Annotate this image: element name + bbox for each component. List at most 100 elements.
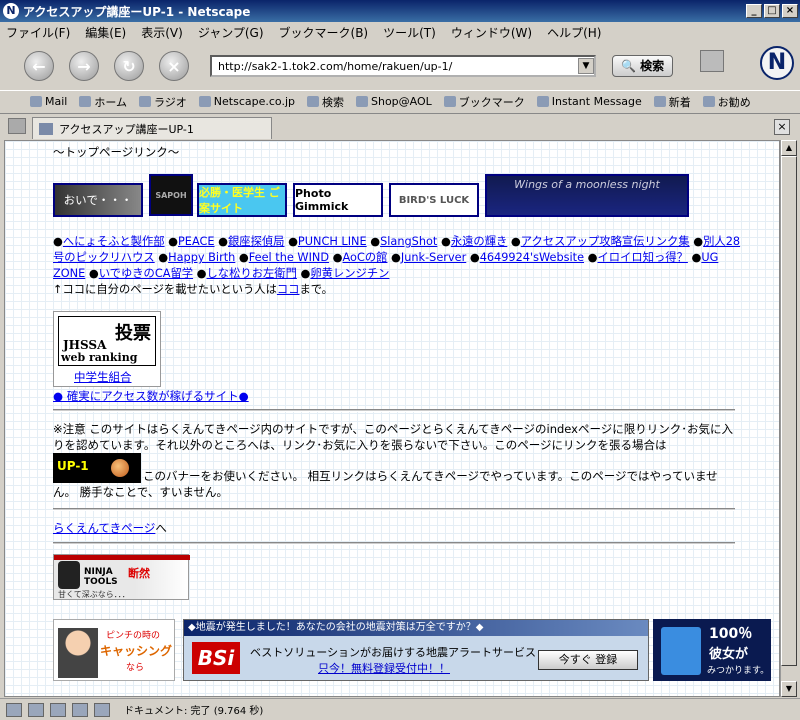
home-icon xyxy=(79,96,92,107)
link-item[interactable]: しな松りお左衛門 xyxy=(207,267,297,280)
banner-sapoh[interactable]: SAPOH xyxy=(149,174,193,216)
menu-window[interactable]: ウィンドウ(W) xyxy=(451,24,532,41)
bookmark-bookmarks[interactable]: ブックマーク xyxy=(443,94,525,110)
bookmark-new[interactable]: 新着 xyxy=(653,94,691,110)
stop-button[interactable]: × xyxy=(159,51,189,81)
vote-banner[interactable]: 投票 JHSSA web ranking 中学生組合 xyxy=(53,311,161,387)
mail-icon xyxy=(30,96,42,107)
menu-tools[interactable]: ツール(T) xyxy=(383,24,436,41)
ad-register-button[interactable]: 今すぐ 登録 xyxy=(538,650,638,670)
tab-close-icon[interactable]: × xyxy=(774,119,790,135)
ninja-sub: 断然 xyxy=(128,567,150,580)
scroll-up-icon[interactable]: ▲ xyxy=(781,140,797,156)
link-item[interactable]: SlangShot xyxy=(380,235,437,248)
link-item[interactable]: AoCの館 xyxy=(343,251,388,264)
bookmark-shop[interactable]: Shop@AOL xyxy=(356,95,432,108)
url-field[interactable]: http://sak2-1.tok2.com/home/rakuen/up-1/… xyxy=(210,55,596,77)
menu-view[interactable]: 表示(V) xyxy=(141,24,183,41)
access-link[interactable]: ● 確実にアクセス数が稼げるサイト● xyxy=(53,388,249,404)
navigation-toolbar: ← → ↻ × http://sak2-1.tok2.com/home/raku… xyxy=(0,42,800,90)
menu-help[interactable]: ヘルプ(H) xyxy=(547,24,601,41)
ad-right-1: 100％ xyxy=(709,626,753,642)
banner-birds-luck[interactable]: BIRD'S LUCK xyxy=(389,183,479,217)
link-item[interactable]: いでゆきのCA留学 xyxy=(99,267,193,280)
vote-link[interactable]: 中学生組合 xyxy=(74,369,132,385)
bookmark-radio[interactable]: ラジオ xyxy=(139,94,187,110)
back-link[interactable]: らくえんてきページ xyxy=(53,521,155,535)
vote-line2: web ranking xyxy=(61,351,138,364)
link-item[interactable]: へにょそふと製作部 xyxy=(63,235,165,248)
ad-earthquake[interactable]: ◆地震が発生しました！あなたの会社の地震対策は万全ですか？◆ BSi ベストソリ… xyxy=(183,619,649,681)
tab-list-icon[interactable] xyxy=(8,118,26,134)
bookmark-netscape[interactable]: Netscape.co.jp xyxy=(198,95,295,108)
link-item[interactable]: 4649924'sWebsite xyxy=(480,251,584,264)
ninja-tools-banner[interactable]: NINJA TOOLS 断然 甘くて深ぶなら．．． xyxy=(53,554,190,600)
minimize-button[interactable]: _ xyxy=(746,4,762,18)
ad-cashing[interactable]: ピンチの時の キャッシング なら xyxy=(53,619,175,681)
menu-edit[interactable]: 編集(E) xyxy=(85,24,126,41)
banner-photo-gimmick[interactable]: Photo Gimmick xyxy=(293,183,383,217)
ninja-icon xyxy=(58,561,80,589)
radio-icon xyxy=(139,96,152,107)
close-button[interactable]: × xyxy=(782,4,798,18)
ad-right-2: 彼女が xyxy=(709,647,749,662)
link-item[interactable]: アクセスアップ攻略宣伝リンク集 xyxy=(521,235,690,248)
search-button[interactable]: 🔍 検索 xyxy=(612,55,674,77)
bookmark-home[interactable]: ホーム xyxy=(79,94,127,110)
vertical-scrollbar[interactable]: ▲ ▼ xyxy=(780,140,797,697)
scroll-down-icon[interactable]: ▼ xyxy=(781,681,797,697)
menu-go[interactable]: ジャンプ(G) xyxy=(198,24,264,41)
link-item[interactable]: イロイロ知っ得？ xyxy=(597,251,687,264)
ad-left-3: なら xyxy=(126,663,145,673)
reload-button[interactable]: ↻ xyxy=(114,51,144,81)
bookmark-search[interactable]: 検索 xyxy=(307,94,344,110)
divider xyxy=(53,409,735,412)
back-button[interactable]: ← xyxy=(24,51,54,81)
window-title: アクセスアップ講座ーUP-1 - Netscape xyxy=(23,4,251,19)
person-photo xyxy=(58,628,98,678)
link-item[interactable]: PUNCH LINE xyxy=(298,235,367,248)
ad-main: ベストソリューションがお届けする地震アラートサービス xyxy=(250,646,536,659)
ad-link[interactable]: 只今！無料登録受付中！！ xyxy=(318,660,450,676)
shop-icon xyxy=(356,96,368,107)
note-link[interactable]: ココ xyxy=(277,283,300,296)
bookmark-mail[interactable]: Mail xyxy=(30,95,67,108)
composer-icon[interactable] xyxy=(28,702,44,717)
tab-current[interactable]: アクセスアップ講座ーUP-1 xyxy=(32,117,272,139)
link-item[interactable]: Junk-Server xyxy=(401,251,466,264)
banner-igakusei[interactable]: 必勝・医学生 ご案サイト xyxy=(197,183,287,217)
menu-file[interactable]: ファイル(F) xyxy=(6,24,70,41)
link-list: ●へにょそふと製作部 ●PEACE ●銀座探偵局 ●PUNCH LINE ●Sl… xyxy=(53,235,741,296)
netscape-app-icon: N xyxy=(3,3,19,19)
folder-icon xyxy=(443,96,456,107)
address-book-icon[interactable] xyxy=(72,702,88,717)
ad-partner[interactable]: 100％ 彼女が みつかります。 xyxy=(653,619,771,681)
tab-bar: アクセスアップ講座ーUP-1 × xyxy=(0,113,800,140)
forward-button[interactable]: → xyxy=(69,51,99,81)
menu-bookmarks[interactable]: ブックマーク(B) xyxy=(279,24,369,41)
note-prefix: ↑ココに自分のページを載せたいという人は xyxy=(53,283,277,296)
bookmark-recommend[interactable]: お勧め xyxy=(702,94,751,110)
aim-icon[interactable] xyxy=(50,702,66,717)
page-content: 〜トップページリンク〜 おいで・・・ SAPOH 必勝・医学生 ご案サイト Ph… xyxy=(4,140,780,697)
link-item[interactable]: 卵黄レンジチン xyxy=(310,267,389,280)
banner-oide[interactable]: おいで・・・ xyxy=(53,183,143,217)
maximize-button[interactable]: □ xyxy=(764,4,780,18)
bookmark-im[interactable]: Instant Message xyxy=(536,95,642,108)
notice-text-2: このバナーをお使いください。 相互リンクはらくえんてきページでやっています。この… xyxy=(53,469,718,499)
banner-wings[interactable]: Wings of a moonless night xyxy=(485,174,689,217)
link-item[interactable]: Feel the WIND xyxy=(249,251,329,264)
divider xyxy=(53,542,735,545)
mail-status-icon[interactable] xyxy=(6,702,22,717)
link-item[interactable]: 銀座探偵局 xyxy=(228,235,285,248)
notice-text-1: ※注意 このサイトはらくえんてきページ内のサイトですが、このページとらくえんてき… xyxy=(53,422,734,452)
link-item[interactable]: PEACE xyxy=(178,235,215,248)
scroll-thumb[interactable] xyxy=(781,156,797,666)
link-item[interactable]: 永遠の輝き xyxy=(451,235,508,248)
url-dropdown-icon[interactable]: ▼ xyxy=(578,58,594,74)
link-item[interactable]: Happy Birth xyxy=(168,251,235,264)
print-icon[interactable] xyxy=(700,50,724,72)
person-icon xyxy=(661,627,701,675)
ad-right-3: みつかります。 xyxy=(707,666,770,676)
back-link-row: らくえんてきページへ xyxy=(53,521,167,535)
